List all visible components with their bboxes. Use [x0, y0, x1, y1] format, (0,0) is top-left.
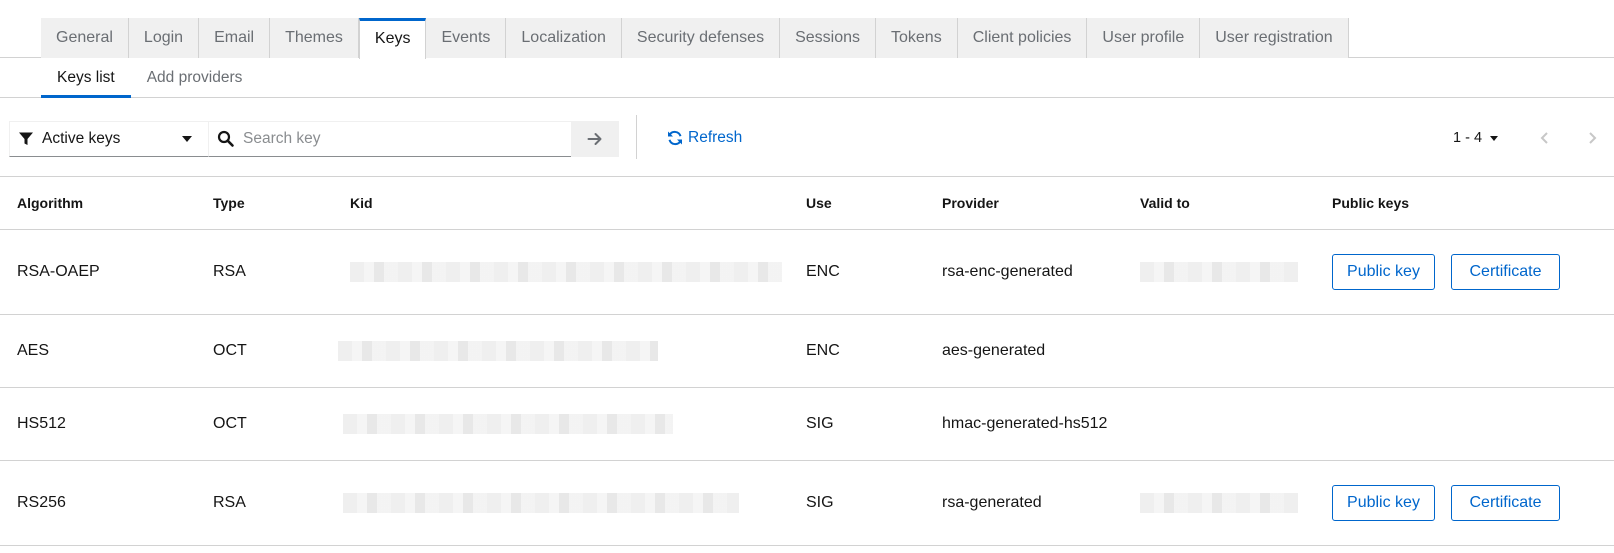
refresh-icon: [668, 130, 682, 146]
refresh-button[interactable]: Refresh: [667, 118, 742, 158]
search-icon: [217, 130, 234, 147]
kid-cell: [343, 461, 739, 545]
tab-user-registration[interactable]: User registration: [1200, 18, 1349, 58]
use-cell: SIG: [806, 494, 834, 511]
chevron-right-icon: [1589, 132, 1597, 144]
next-page-button[interactable]: [1580, 126, 1604, 150]
provider-cell: rsa-enc-generated: [942, 263, 1073, 280]
redacted-kid: [343, 414, 673, 434]
keys-toolbar: Active keys Refresh 1 - 4: [0, 115, 1614, 159]
subtab-keys-list[interactable]: Keys list: [41, 58, 131, 98]
table-row: HS512 OCT SIG hmac-generated-hs512: [0, 388, 1614, 461]
tab-events[interactable]: Events: [426, 18, 507, 58]
use-cell: SIG: [806, 415, 834, 432]
type-cell: OCT: [213, 342, 247, 359]
certificate-button[interactable]: Certificate: [1451, 254, 1560, 290]
toolbar-divider: [636, 115, 637, 159]
kid-cell: [338, 315, 658, 387]
tab-localization[interactable]: Localization: [506, 18, 622, 58]
kid-cell: [343, 388, 673, 460]
keys-subtabs: Keys list Add providers: [0, 58, 1614, 98]
search-key-input[interactable]: [243, 130, 543, 148]
column-header-type[interactable]: Type: [213, 177, 245, 229]
key-filter-select[interactable]: Active keys: [9, 121, 209, 157]
public-key-button[interactable]: Public key: [1332, 485, 1435, 521]
kid-cell: [350, 230, 782, 314]
table-row: RSA-OAEP RSA ENC rsa-enc-generated Publi…: [0, 230, 1614, 315]
caret-down-icon: [182, 136, 192, 142]
tab-client-policies[interactable]: Client policies: [957, 18, 1088, 58]
provider-cell: aes-generated: [942, 342, 1046, 359]
tab-user-profile[interactable]: User profile: [1087, 18, 1201, 58]
provider-cell: rsa-generated: [942, 494, 1042, 511]
algorithm-cell: RS256: [17, 494, 66, 511]
certificate-button[interactable]: Certificate: [1451, 485, 1560, 521]
public-key-button[interactable]: Public key: [1332, 254, 1435, 290]
type-cell: RSA: [213, 263, 246, 280]
type-cell: OCT: [213, 415, 247, 432]
column-header-public-keys: Public keys: [1332, 195, 1410, 211]
column-header-use[interactable]: Use: [806, 177, 832, 229]
search-submit-button[interactable]: [571, 121, 619, 157]
key-filter-label: Active keys: [42, 130, 121, 147]
tab-keys[interactable]: Keys: [358, 18, 427, 59]
tab-security-defenses[interactable]: Security defenses: [621, 18, 781, 58]
tab-email[interactable]: Email: [199, 18, 271, 58]
use-cell: ENC: [806, 342, 840, 359]
algorithm-cell: HS512: [17, 415, 66, 432]
caret-down-icon: [1490, 135, 1499, 141]
chevron-left-icon: [1540, 132, 1548, 144]
previous-page-button[interactable]: [1533, 126, 1557, 150]
valid-to-cell: [1140, 461, 1298, 545]
subtab-add-providers[interactable]: Add providers: [131, 58, 259, 98]
tab-login[interactable]: Login: [128, 18, 200, 58]
redacted-kid: [343, 493, 739, 513]
redacted-valid-to: [1140, 493, 1298, 513]
type-cell: RSA: [213, 494, 246, 511]
arrow-right-icon: [587, 133, 602, 145]
tab-themes[interactable]: Themes: [270, 18, 359, 58]
valid-to-cell: [1140, 230, 1298, 314]
tab-sessions[interactable]: Sessions: [780, 18, 876, 58]
column-header-valid-to[interactable]: Valid to: [1140, 177, 1190, 229]
pagination-count-toggle[interactable]: 1 - 4: [1453, 118, 1499, 158]
provider-cell: hmac-generated-hs512: [942, 415, 1108, 432]
column-header-provider[interactable]: Provider: [942, 177, 999, 229]
search-key-box: [209, 121, 571, 157]
algorithm-cell: RSA-OAEP: [17, 263, 100, 280]
table-header: Algorithm Type Kid Use Provider Valid to…: [0, 176, 1614, 230]
use-cell: ENC: [806, 263, 840, 280]
realm-settings-tabs: General Login Email Themes Keys Events L…: [0, 18, 1614, 59]
column-header-kid[interactable]: Kid: [350, 177, 373, 229]
keys-table: Algorithm Type Kid Use Provider Valid to…: [0, 176, 1614, 546]
filter-icon: [19, 132, 33, 145]
redacted-kid: [350, 262, 782, 282]
column-header-algorithm[interactable]: Algorithm: [17, 177, 83, 229]
pagination-range: 1 - 4: [1453, 130, 1483, 146]
tab-general[interactable]: General: [41, 18, 129, 58]
table-row: RS256 RSA SIG rsa-generated Public key C…: [0, 461, 1614, 546]
tab-tokens[interactable]: Tokens: [876, 18, 958, 58]
redacted-valid-to: [1140, 262, 1298, 282]
algorithm-cell: AES: [17, 342, 50, 359]
table-row: AES OCT ENC aes-generated: [0, 315, 1614, 388]
refresh-label: Refresh: [688, 129, 743, 146]
redacted-kid: [338, 341, 658, 361]
